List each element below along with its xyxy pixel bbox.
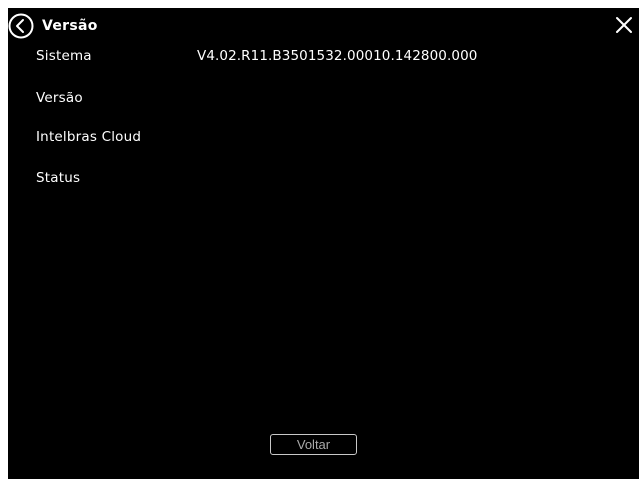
back-button[interactable] <box>8 13 34 39</box>
close-button[interactable] <box>613 14 635 36</box>
close-icon <box>616 17 632 33</box>
voltar-button[interactable]: Voltar <box>270 434 357 455</box>
versao-label: Versão <box>36 90 83 106</box>
chevron-left-circle-icon <box>8 13 34 39</box>
status-label: Status <box>36 170 81 186</box>
sistema-label: Sistema <box>36 48 92 64</box>
version-dialog: Versão Sistema V4.02.R11.B3501532.00010.… <box>8 8 639 479</box>
intelbras-cloud-label: Intelbras Cloud <box>36 129 142 145</box>
sistema-value: V4.02.R11.B3501532.00010.142800.000 <box>197 48 478 64</box>
page-title: Versão <box>42 18 98 34</box>
